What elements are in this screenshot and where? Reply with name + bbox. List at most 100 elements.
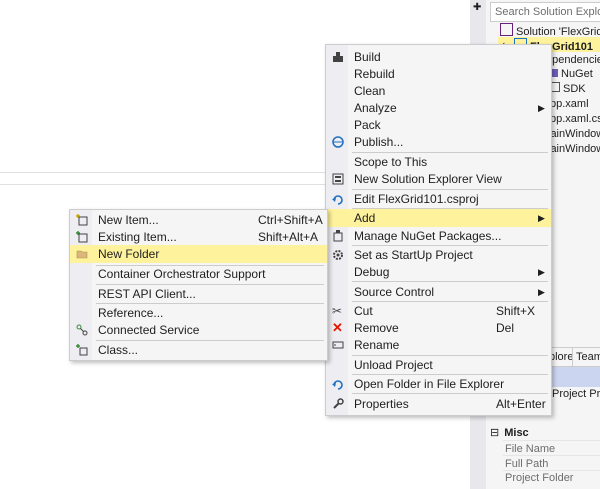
tree-item-app-xaml-cs[interactable]: pp.xaml.cs <box>550 112 600 127</box>
menu-item-label: Existing Item... <box>98 230 177 244</box>
menu-item-open-folder[interactable]: Open Folder in File Explorer <box>326 375 551 393</box>
menu-item-label: Connected Service <box>98 323 200 337</box>
tree-item-mainwindow-cs[interactable]: lainWindow <box>548 142 600 157</box>
menu-item-label: Cut <box>354 304 373 318</box>
menu-item-new-solution-explorer-view[interactable]: New Solution Explorer View <box>326 170 551 188</box>
new-folder-icon <box>76 250 88 259</box>
menu-item-label: New Solution Explorer View <box>354 172 502 186</box>
menu-item-label: Open Folder in File Explorer <box>354 377 505 391</box>
menu-item-label: Publish... <box>354 135 404 149</box>
menu-item-properties[interactable]: Properties Alt+Enter <box>326 395 551 413</box>
menu-separator <box>352 281 548 282</box>
menu-item-label: Rebuild <box>354 67 395 81</box>
tree-item-nuget[interactable]: NuGet <box>550 67 593 82</box>
submenu-arrow-icon: ▶ <box>538 267 545 277</box>
nuget-icon <box>333 230 343 242</box>
menu-item-new-folder[interactable]: New Folder <box>70 245 327 263</box>
property-file-name[interactable]: File Name <box>505 443 555 455</box>
new-view-icon <box>332 173 344 185</box>
menu-item-add[interactable]: Add ▶ <box>326 209 551 227</box>
tree-item-sdk[interactable]: SDK <box>550 82 586 97</box>
menu-item-label: Pack <box>354 118 381 132</box>
menu-item-debug[interactable]: Debug ▶ <box>326 263 551 281</box>
menu-item-label: New Item... <box>98 213 159 227</box>
menu-item-build[interactable]: Build <box>326 48 551 66</box>
grid-line <box>503 440 600 441</box>
collapse-icon[interactable]: ⊟ <box>490 427 499 439</box>
rename-icon <box>332 341 344 349</box>
tree-item-label: lainWindow <box>548 128 600 140</box>
menu-item-label: Source Control <box>354 285 435 299</box>
menu-item-set-startup[interactable]: Set as StartUp Project <box>326 246 551 264</box>
property-project-folder[interactable]: Project Folder <box>505 472 573 484</box>
tree-item-solution[interactable]: Solution 'FlexGrid101 <box>500 23 600 38</box>
tree-item-label: NuGet <box>561 68 593 80</box>
menu-item-class[interactable]: Class... <box>70 341 327 359</box>
submenu-arrow-icon: ▶ <box>538 213 545 223</box>
menu-item-shortcut: Alt+Enter <box>496 397 546 411</box>
new-item-icon <box>76 214 88 226</box>
menu-item-label: Debug <box>354 265 390 279</box>
tree-item-mainwindow[interactable]: lainWindow <box>548 127 600 142</box>
menu-item-label: Reference... <box>98 306 164 320</box>
project-context-menu: Build Rebuild Clean Analyze ▶ Pack Publis… <box>325 44 552 416</box>
property-full-path[interactable]: Full Path <box>505 458 548 470</box>
class-icon <box>76 344 88 356</box>
menu-item-analyze[interactable]: Analyze ▶ <box>326 99 551 117</box>
menu-item-existing-item[interactable]: Existing Item... Shift+Alt+A <box>70 228 327 246</box>
menu-item-remove[interactable]: ✕ Remove Del <box>326 319 551 337</box>
edit-icon <box>332 195 343 205</box>
menu-item-scope-to-this[interactable]: Scope to This <box>326 153 551 171</box>
menu-item-new-item[interactable]: New Item... Ctrl+Shift+A <box>70 211 327 229</box>
grid-line <box>503 455 600 456</box>
menu-item-label: Properties <box>354 397 409 411</box>
menu-item-manage-nuget[interactable]: Manage NuGet Packages... <box>326 227 551 245</box>
menu-item-cut[interactable]: ✂ Cut Shift+X <box>326 302 551 320</box>
menu-item-container-orchestrator[interactable]: Container Orchestrator Support <box>70 265 327 283</box>
menu-item-rebuild[interactable]: Rebuild <box>326 65 551 83</box>
menu-item-label: Scope to This <box>354 155 428 169</box>
remove-icon: ✕ <box>332 320 343 335</box>
grid-line <box>503 470 600 471</box>
scissors-icon: ✂ <box>332 304 343 318</box>
properties-category: ⊟ Misc <box>490 426 529 439</box>
menu-item-rest-api-client[interactable]: REST API Client... <box>70 285 327 303</box>
tree-item-label: pp.xaml.cs <box>550 113 600 125</box>
menu-item-label: Unload Project <box>354 358 433 372</box>
tree-item-dependencies[interactable]: ependencies <box>546 53 600 68</box>
menu-item-pack[interactable]: Pack <box>326 116 551 134</box>
add-submenu: New Item... Ctrl+Shift+A Existing Item..… <box>69 209 328 361</box>
wrench-icon <box>333 398 344 409</box>
menu-item-label: Set as StartUp Project <box>354 248 473 262</box>
pin-icon[interactable]: ✚ <box>473 2 481 13</box>
connected-service-icon <box>76 324 88 336</box>
menu-item-label: Build <box>354 50 381 64</box>
menu-item-label: Manage NuGet Packages... <box>354 229 502 243</box>
tab-team[interactable]: Team <box>572 347 600 367</box>
tree-item-label: lainWindow <box>548 143 600 155</box>
tree-item-app-xaml[interactable]: pp.xaml <box>550 97 589 112</box>
menu-item-unload-project[interactable]: Unload Project <box>326 356 551 374</box>
menu-item-label: Remove <box>354 321 399 335</box>
submenu-arrow-icon: ▶ <box>538 103 545 113</box>
menu-item-edit-csproj[interactable]: Edit FlexGrid101.csproj <box>326 190 551 208</box>
existing-item-icon <box>76 231 88 243</box>
gear-icon <box>333 250 343 260</box>
menu-item-clean[interactable]: Clean <box>326 82 551 100</box>
menu-item-label: Class... <box>98 343 139 357</box>
menu-item-reference[interactable]: Reference... <box>70 304 327 322</box>
menu-item-label: Add <box>354 211 376 225</box>
menu-item-label: Clean <box>354 84 386 98</box>
menu-item-shortcut: Del <box>496 321 515 335</box>
menu-item-connected-service[interactable]: Connected Service <box>70 321 327 339</box>
open-folder-icon <box>332 380 343 390</box>
menu-item-rename[interactable]: Rename <box>326 336 551 354</box>
menu-item-label: Rename <box>354 338 400 352</box>
solution-explorer-search-input[interactable]: Search Solution Explorer ( <box>490 2 600 22</box>
menu-item-shortcut: Ctrl+Shift+A <box>258 213 323 227</box>
menu-item-label: Edit FlexGrid101.csproj <box>354 192 479 206</box>
tree-item-label: Solution 'FlexGrid101 <box>516 26 600 38</box>
menu-item-publish[interactable]: Publish... <box>326 133 551 151</box>
menu-item-source-control[interactable]: Source Control ▶ <box>326 283 551 301</box>
menu-item-label: Analyze <box>354 101 397 115</box>
